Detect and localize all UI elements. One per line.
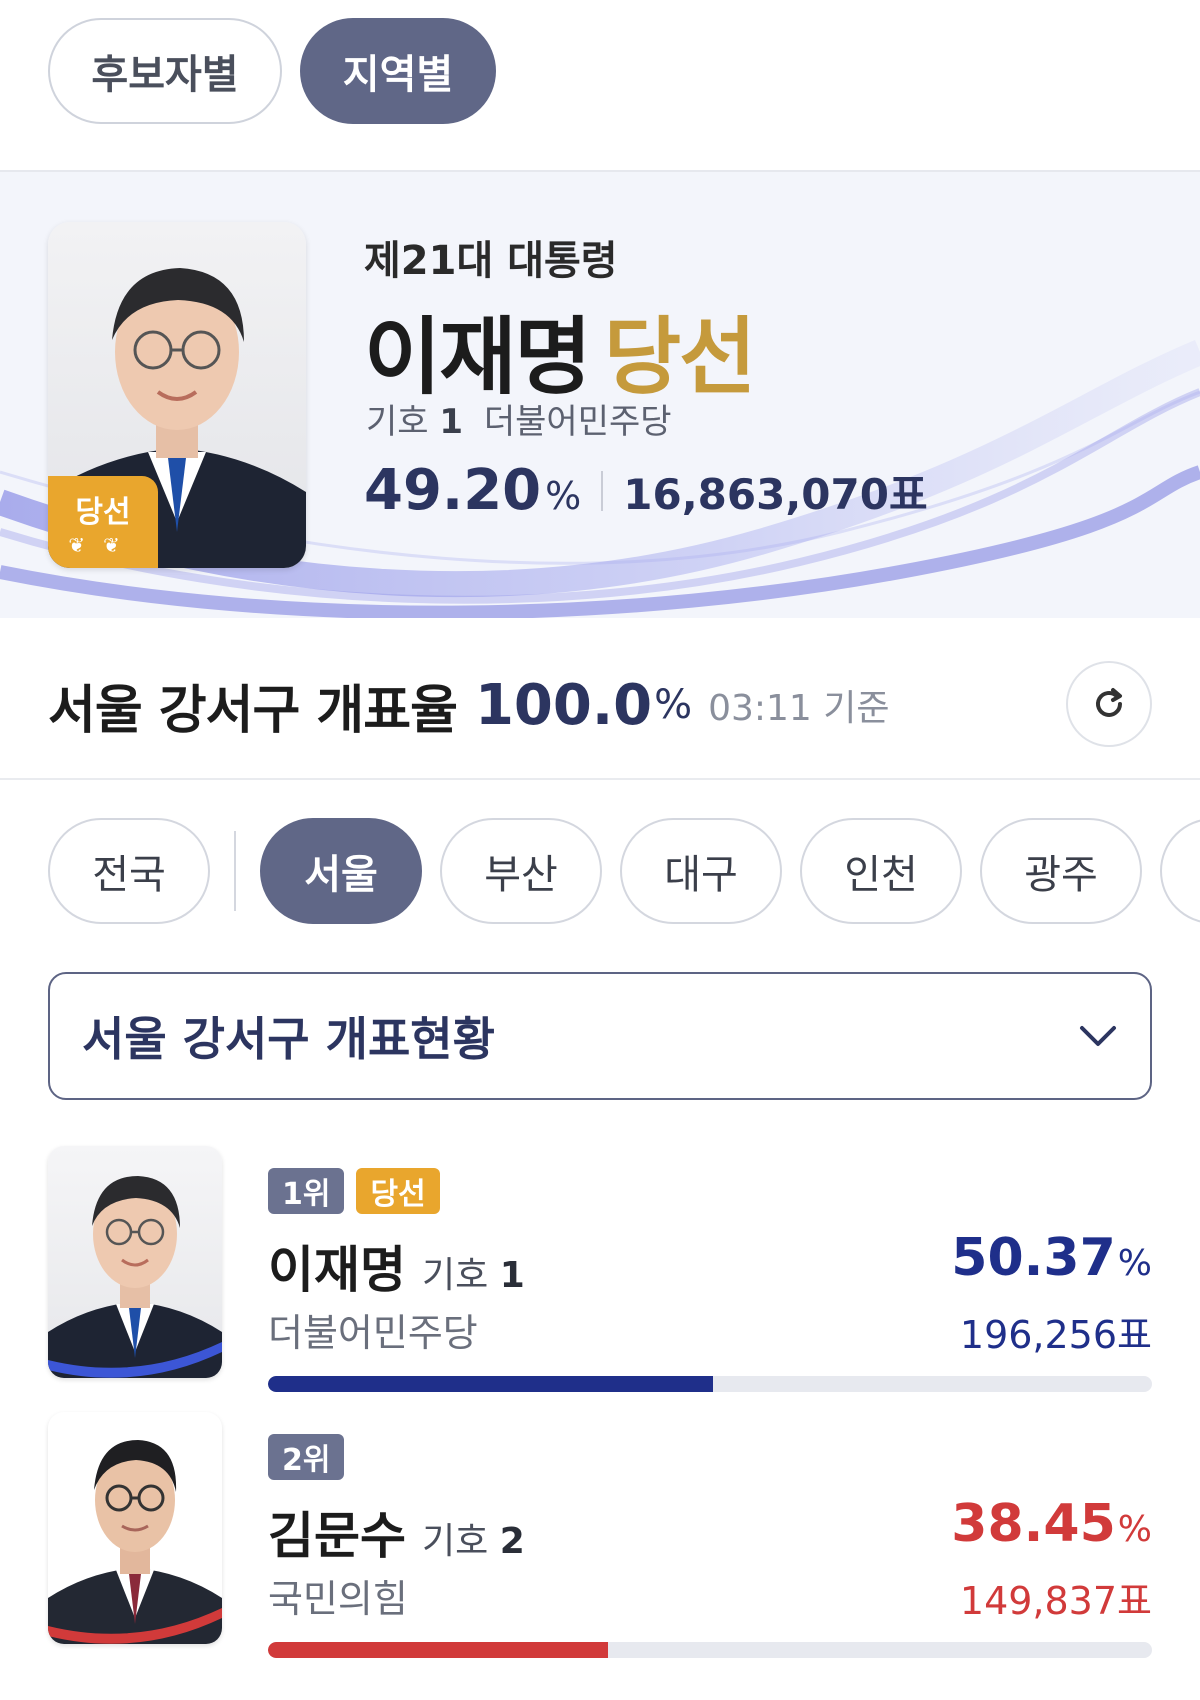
district-dropdown[interactable]: 서울 강서구 개표현황 bbox=[48, 972, 1152, 1100]
candidate-row[interactable]: 1위 당선 이재명 기호 1 더불어민주당 50.37% 196,256표 bbox=[48, 1146, 1152, 1406]
rank-badge: 1위 bbox=[268, 1168, 345, 1214]
number-label: 기호 bbox=[422, 1255, 489, 1296]
tab-by-candidate[interactable]: 후보자별 bbox=[48, 18, 282, 124]
winner-percent: 49.20 bbox=[364, 458, 542, 523]
seal-label: 당선 bbox=[75, 495, 131, 530]
winner-votes: 16,863,070표 bbox=[623, 470, 928, 519]
candidate-row[interactable]: 2위 김문수 기호 2 국민의힘 38.45% 149,837표 bbox=[48, 1412, 1152, 1672]
section-divider bbox=[0, 778, 1200, 780]
winner-hero: 당선 ❦❦ 제21대 대통령 이재명 당선 기호 1 더불어민주당 49.20 %… bbox=[0, 170, 1200, 618]
candidate-name-line: 김문수 기호 2 bbox=[268, 1496, 525, 1568]
count-rate-row: 서울 강서구 개표율 100.0 % 03:11 기준 bbox=[48, 660, 1152, 750]
winner-name: 이재명 bbox=[364, 308, 592, 406]
refresh-icon bbox=[1096, 688, 1122, 717]
stat-divider bbox=[601, 470, 604, 511]
region-chip-seoul[interactable]: 서울 bbox=[260, 818, 422, 924]
count-rate: 100.0 bbox=[474, 672, 653, 738]
election-title: 제21대 대통령 bbox=[364, 238, 618, 284]
candidate-name: 이재명 bbox=[268, 1241, 406, 1299]
candidate-percent-line: 50.37% bbox=[951, 1228, 1152, 1288]
winner-name-line: 이재명 당선 bbox=[364, 290, 757, 411]
vote-share-fill bbox=[268, 1376, 714, 1392]
count-title: 서울 강서구 개표율 bbox=[48, 680, 458, 741]
view-tabs: 후보자별 지역별 bbox=[48, 18, 496, 124]
winner-photo: 당선 ❦❦ bbox=[48, 222, 306, 568]
winner-meta: 기호 1 더불어민주당 bbox=[366, 394, 672, 443]
candidate-party: 국민의힘 bbox=[268, 1577, 408, 1621]
refresh-button[interactable] bbox=[1066, 661, 1152, 747]
region-chip-nationwide[interactable]: 전국 bbox=[48, 818, 210, 924]
winner-stats: 49.20 % 16,863,070표 bbox=[364, 458, 928, 523]
candidate-badges: 2위 bbox=[268, 1434, 345, 1480]
person-avatar bbox=[48, 1176, 222, 1378]
person-avatar bbox=[48, 1412, 222, 1644]
winner-seal-badge: 당선 ❦❦ bbox=[48, 476, 158, 568]
candidate-votes: 149,837표 bbox=[959, 1579, 1152, 1623]
vote-share-fill bbox=[268, 1642, 608, 1658]
candidate-badges: 1위 당선 bbox=[268, 1168, 440, 1214]
candidate-number: 1 bbox=[499, 1255, 525, 1296]
winner-status: 당선 bbox=[603, 308, 757, 406]
number-label: 기호 bbox=[422, 1521, 489, 1562]
chevron-down-icon bbox=[1080, 1026, 1116, 1046]
region-chip-incheon[interactable]: 인천 bbox=[800, 818, 962, 924]
candidate-photo bbox=[48, 1146, 222, 1378]
region-chip-next[interactable] bbox=[1160, 818, 1200, 924]
region-chips: 전국 서울 부산 대구 인천 광주 bbox=[48, 818, 1200, 924]
candidate-percent-line: 38.45% bbox=[951, 1494, 1152, 1554]
vote-share-bar bbox=[268, 1642, 1152, 1658]
candidate-name: 김문수 bbox=[268, 1507, 406, 1565]
candidate-percent: 38.45 bbox=[951, 1494, 1116, 1554]
number-label: 기호 bbox=[366, 402, 429, 442]
dropdown-label: 서울 강서구 개표현황 bbox=[82, 1012, 495, 1066]
winner-badge: 당선 bbox=[356, 1168, 440, 1214]
region-chip-daegu[interactable]: 대구 bbox=[620, 818, 782, 924]
chip-divider bbox=[234, 831, 236, 911]
candidate-number: 2 bbox=[499, 1521, 525, 1562]
rank-badge: 2위 bbox=[268, 1434, 345, 1480]
candidate-number: 1 bbox=[439, 402, 464, 442]
candidate-votes: 196,256표 bbox=[959, 1313, 1152, 1357]
percent-unit: % bbox=[1117, 1243, 1152, 1284]
region-chip-busan[interactable]: 부산 bbox=[440, 818, 602, 924]
candidate-name-line: 이재명 기호 1 bbox=[268, 1230, 525, 1302]
laurel-icon: ❦❦ bbox=[68, 533, 138, 557]
candidate-number-label: 기호 2 bbox=[422, 1521, 525, 1562]
candidate-party: 더불어민주당 bbox=[268, 1311, 478, 1355]
count-timestamp: 03:11 기준 bbox=[708, 688, 890, 729]
candidate-photo bbox=[48, 1412, 222, 1644]
percent-unit: % bbox=[545, 474, 582, 518]
vote-share-bar bbox=[268, 1376, 1152, 1392]
percent-unit: % bbox=[1117, 1509, 1152, 1550]
region-chip-gwangju[interactable]: 광주 bbox=[980, 818, 1142, 924]
candidate-number-label: 기호 1 bbox=[422, 1255, 525, 1296]
candidate-percent: 50.37 bbox=[951, 1228, 1116, 1288]
tab-by-region[interactable]: 지역별 bbox=[300, 18, 496, 124]
party-name: 더불어민주당 bbox=[483, 402, 672, 442]
count-rate-unit: % bbox=[654, 682, 693, 728]
